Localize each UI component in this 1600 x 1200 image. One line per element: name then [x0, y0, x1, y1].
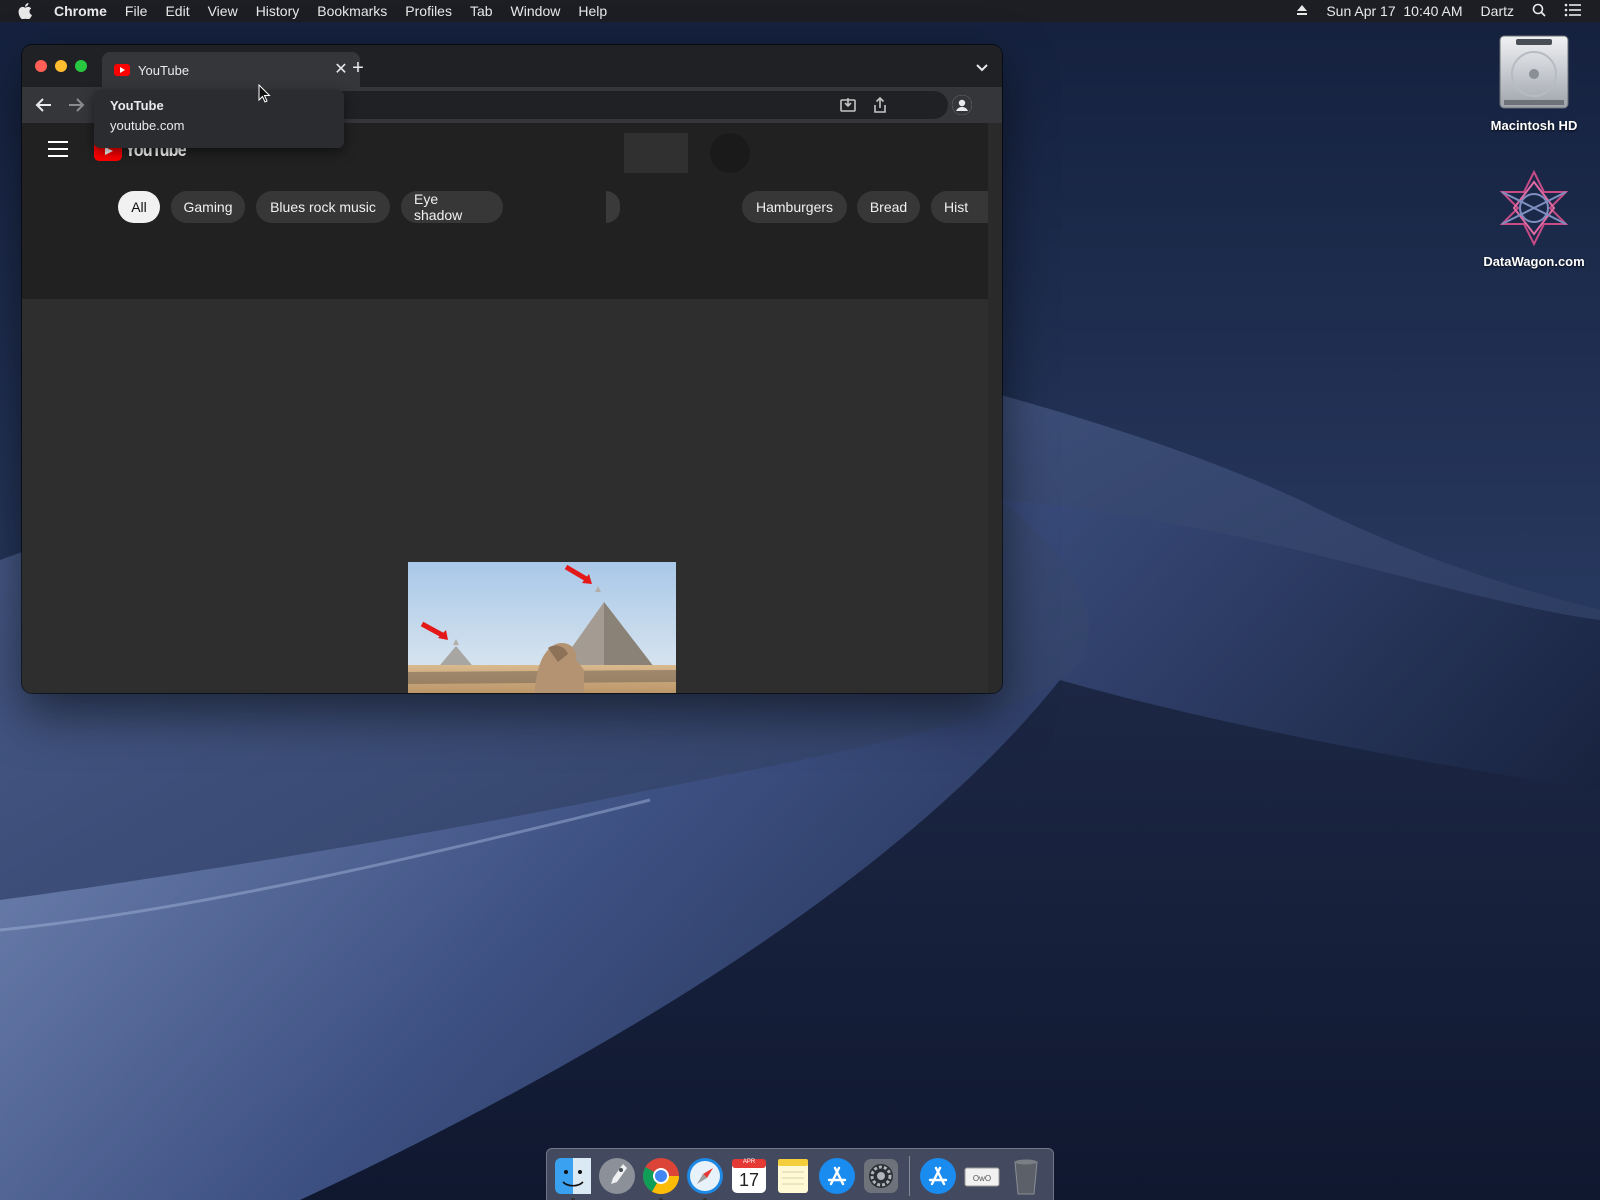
notes-icon[interactable]: [773, 1156, 813, 1196]
video-feed-area: [22, 299, 988, 693]
chip-gaming[interactable]: Gaming: [171, 191, 245, 223]
chip-scroll-arrow[interactable]: [606, 191, 620, 223]
chip-hamburgers[interactable]: Hamburgers: [742, 191, 847, 223]
desktop-icon-label: DataWagon.com: [1483, 254, 1585, 269]
menu-tab[interactable]: Tab: [470, 3, 493, 19]
desktop-icon-datawagon[interactable]: DataWagon.com: [1469, 168, 1599, 269]
tab-title: YouTube: [138, 62, 190, 78]
hover-card-url: youtube.com: [110, 118, 185, 133]
zoom-window-button[interactable]: [75, 60, 87, 72]
apple-menu-icon[interactable]: [18, 0, 38, 22]
trash-icon[interactable]: [1006, 1156, 1046, 1196]
calendar-month: APR: [742, 1159, 756, 1165]
menubar-clock[interactable]: Sun Apr 17 10:40 AM: [1326, 3, 1462, 19]
tab-youtube[interactable]: YouTube ✕: [102, 52, 360, 88]
chip-history[interactable]: Hist: [931, 191, 991, 223]
system-preferences-icon[interactable]: [861, 1156, 901, 1196]
menu-app-name[interactable]: Chrome: [54, 3, 107, 19]
page-scrollbar[interactable]: [988, 123, 1002, 693]
mouse-pointer-icon: [258, 83, 272, 104]
menu-bookmarks[interactable]: Bookmarks: [317, 3, 387, 19]
hamburger-menu-icon[interactable]: [48, 141, 68, 157]
eject-icon[interactable]: [1296, 3, 1308, 19]
hover-card-title: YouTube: [110, 98, 164, 113]
menu-file[interactable]: File: [125, 3, 148, 19]
chip-bread[interactable]: Bread: [857, 191, 920, 223]
menu-window[interactable]: Window: [511, 3, 561, 19]
app-store-downloads-icon[interactable]: [918, 1156, 958, 1196]
menu-help[interactable]: Help: [578, 3, 607, 19]
youtube-page: YouTube All Gaming Blues rock music Eye …: [22, 123, 991, 693]
app-store-icon[interactable]: [817, 1156, 857, 1196]
keyboard-viewer-icon[interactable]: OwO: [962, 1156, 1002, 1196]
menu-profiles[interactable]: Profiles: [405, 3, 452, 19]
chip-blues-rock-music[interactable]: Blues rock music: [256, 191, 390, 223]
spotlight-search-icon[interactable]: [1532, 3, 1546, 20]
filter-chips-bar: All Gaming Blues rock music Eye shadow H…: [22, 179, 991, 239]
install-app-icon[interactable]: [838, 95, 858, 115]
tab-hover-card: YouTube youtube.com: [94, 90, 344, 148]
menu-edit[interactable]: Edit: [165, 3, 189, 19]
chip-eye-shadow[interactable]: Eye shadow: [401, 191, 503, 223]
new-tab-button[interactable]: +: [346, 56, 370, 80]
svg-text:OwO: OwO: [973, 1174, 991, 1183]
youtube-favicon-icon: [114, 64, 130, 76]
chrome-icon[interactable]: [641, 1156, 681, 1200]
menu-bar: Chrome File Edit View History Bookmarks …: [0, 0, 1600, 22]
profile-avatar-icon[interactable]: [952, 95, 972, 115]
tab-strip: YouTube ✕ +: [22, 45, 1002, 88]
close-window-button[interactable]: [35, 60, 47, 72]
calendar-icon[interactable]: APR 17: [729, 1156, 769, 1196]
back-arrow-icon[interactable]: [32, 93, 56, 117]
minimize-window-button[interactable]: [55, 60, 67, 72]
menu-history[interactable]: History: [256, 3, 300, 19]
forward-arrow-icon[interactable]: [64, 93, 88, 117]
hard-drive-icon: [1494, 32, 1574, 112]
desktop-icon-label: Macintosh HD: [1490, 118, 1578, 133]
dock: APR 17 OwO: [546, 1148, 1054, 1200]
menubar-user[interactable]: Dartz: [1481, 3, 1514, 19]
chip-all[interactable]: All: [118, 191, 160, 223]
tab-search-chevron-icon[interactable]: [972, 57, 992, 77]
search-placeholder-skeleton: [624, 133, 688, 173]
notification-center-icon[interactable]: [1564, 3, 1582, 20]
menu-view[interactable]: View: [208, 3, 238, 19]
video-thumbnail[interactable]: [408, 562, 676, 693]
avatar-placeholder-skeleton: [710, 133, 750, 173]
calendar-day: 17: [738, 1170, 760, 1190]
safari-icon[interactable]: [685, 1156, 725, 1200]
datawagon-logo-icon: [1494, 168, 1574, 248]
launchpad-icon[interactable]: [597, 1156, 637, 1196]
finder-icon[interactable]: [553, 1156, 593, 1200]
chrome-window: YouTube ✕ + YouTube All Gaming Blues roc…: [22, 45, 1002, 693]
share-icon[interactable]: [870, 95, 890, 115]
dock-separator: [909, 1156, 910, 1196]
desktop-icon-macintosh-hd[interactable]: Macintosh HD: [1469, 32, 1599, 133]
